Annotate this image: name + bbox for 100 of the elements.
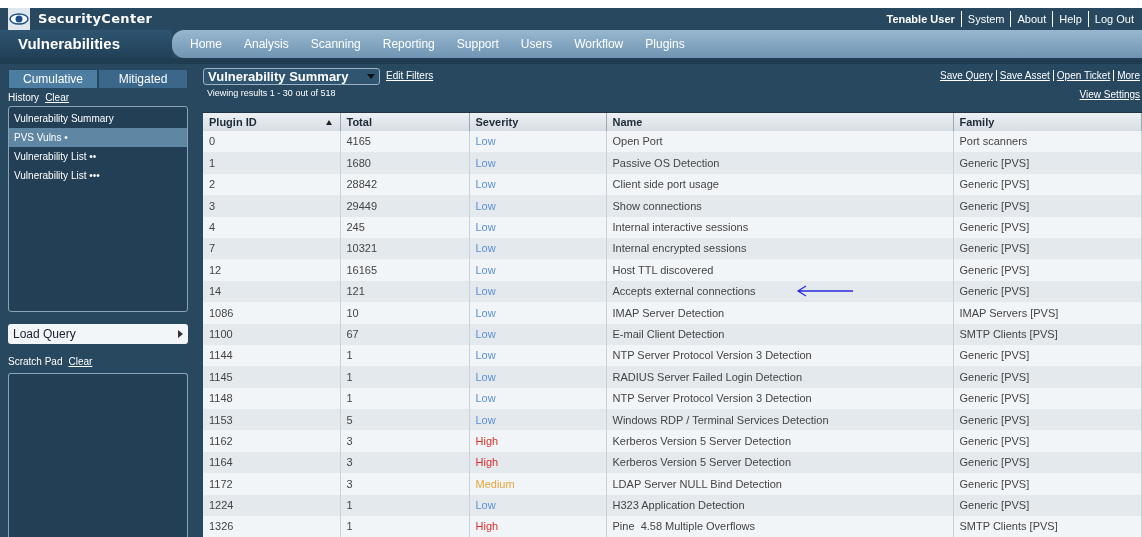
total-cell-text: 10: [346, 305, 359, 321]
total-cell-text: 67: [346, 326, 359, 342]
family-cell-text: Port scanners: [959, 134, 1028, 150]
tab[interactable]: Cumulative: [8, 69, 98, 89]
action-link[interactable]: Save Query: [940, 68, 993, 83]
history-item[interactable]: Vulnerability List ••: [9, 147, 187, 166]
name-cell-text: Windows RDP / Terminal Services Detection: [612, 412, 829, 428]
family-cell-text: Generic [PVS]: [959, 284, 1030, 300]
history-item[interactable]: Vulnerability Summary: [9, 109, 187, 128]
column-header[interactable]: Family: [959, 113, 995, 131]
load-query-button[interactable]: Load Query: [8, 324, 188, 344]
total-cell-text: 3: [346, 476, 353, 492]
total-cell-text: 1: [346, 498, 353, 514]
total-cell-text: 1680: [346, 155, 371, 171]
family-cell-text: SMTP Clients [PVS]: [959, 519, 1058, 535]
header-link[interactable]: About: [1011, 10, 1053, 28]
caret-icon: [367, 74, 375, 79]
history-item[interactable]: PVS Vulns •: [9, 128, 187, 147]
sort-ascending-icon: [325, 119, 332, 125]
family-cell-text: Generic [PVS]: [959, 391, 1030, 407]
name-cell-text: Open Port: [612, 134, 663, 150]
scratch-pad[interactable]: [8, 373, 188, 537]
column-header[interactable]: Severity: [475, 113, 519, 131]
tab[interactable]: Mitigated: [98, 69, 188, 89]
name-cell-text: RADIUS Server Failed Login Detection: [612, 369, 803, 385]
scratch-pad-label: Scratch Pad: [8, 355, 63, 369]
severity-label: Low: [475, 498, 496, 514]
plugin-id-cell-text: 1153: [209, 412, 233, 428]
total-cell-text: 10321: [346, 241, 378, 257]
name-cell-text: Kerberos Version 5 Server Detection: [612, 433, 792, 449]
name-cell-text: H323 Application Detection: [612, 498, 745, 514]
view-settings-link[interactable]: View Settings: [1079, 87, 1140, 102]
total-cell-text: 29449: [346, 198, 378, 214]
header-link[interactable]: System: [961, 10, 1011, 28]
total-cell-text: 1: [346, 391, 353, 407]
severity-label: Low: [475, 220, 496, 235]
plugin-id-cell-text: 1162: [209, 433, 233, 449]
header-link[interactable]: Log Out: [1088, 10, 1140, 28]
plugin-id-cell-text: 1145: [209, 369, 233, 385]
total-cell-text: 1: [346, 348, 353, 364]
action-link[interactable]: Open Ticket: [1056, 68, 1111, 83]
name-cell-text: Internal interactive sessions: [612, 220, 749, 235]
history-label: History: [8, 91, 40, 105]
plugin-id-cell-text: 1326: [209, 519, 234, 535]
name-cell-text: Accepts external connections: [612, 284, 756, 300]
plugin-id-cell-text: 2: [209, 177, 216, 193]
plugin-id-cell-text: 1100: [209, 326, 233, 342]
name-cell-text: Pine 4.58 Multiple Overflows: [612, 519, 755, 535]
severity-label: High: [475, 433, 499, 449]
total-cell-text: 121: [346, 284, 365, 300]
family-cell-text: Generic [PVS]: [959, 155, 1030, 171]
total-cell-text: 16165: [346, 262, 378, 278]
plugin-id-cell-text: 1172: [209, 476, 233, 492]
severity-label: High: [475, 455, 499, 471]
family-cell-text: Generic [PVS]: [959, 348, 1030, 364]
caret-icon: [178, 330, 183, 338]
plugin-id-cell-text: 7: [209, 241, 216, 257]
name-cell-text: NTP Server Protocol Version 3 Detection: [612, 391, 812, 407]
name-cell-text: Show connections: [612, 198, 702, 214]
view-dropdown[interactable]: Vulnerability Summary: [203, 68, 380, 85]
section-title: Vulnerabilities: [18, 33, 120, 54]
total-cell-text: 3: [346, 455, 353, 471]
plugin-id-cell-text: 1: [209, 155, 216, 171]
plugin-id-cell-text: 14: [209, 284, 222, 300]
family-cell-text: Generic [PVS]: [959, 433, 1030, 449]
severity-label: Low: [475, 241, 496, 257]
user-name: Tenable User: [885, 11, 956, 27]
family-cell-text: IMAP Servers [PVS]: [959, 305, 1059, 321]
edit-filters-link[interactable]: Edit Filters: [386, 68, 434, 83]
clear-link[interactable]: Clear: [68, 354, 93, 369]
header-link[interactable]: Help: [1053, 10, 1088, 28]
plugin-id-cell-text: 1144: [209, 348, 233, 364]
action-link[interactable]: Save Asset: [999, 68, 1050, 83]
total-cell-text: 5: [346, 412, 353, 428]
column-header[interactable]: Total: [346, 113, 372, 131]
clear-link[interactable]: Clear: [45, 90, 70, 105]
name-cell-text: E-mail Client Detection: [612, 326, 725, 342]
plugin-id-cell-text: 1148: [209, 391, 233, 407]
family-cell-text: Generic [PVS]: [959, 177, 1030, 193]
column-header[interactable]: Plugin ID: [209, 113, 257, 131]
total-cell-text: 1: [346, 519, 353, 535]
arrow-drawing: [795, 285, 854, 298]
name-cell-text: IMAP Server Detection: [612, 305, 725, 321]
severity-label: Low: [475, 198, 496, 214]
severity-label: Low: [475, 412, 496, 428]
name-cell-text: Host TTL discovered: [612, 262, 714, 278]
results-count: Viewing results 1 - 30 out of 518: [207, 87, 337, 100]
name-cell-text: Client side port usage: [612, 177, 719, 193]
column-header[interactable]: Name: [612, 113, 643, 131]
name-cell-text: NTP Server Protocol Version 3 Detection: [612, 348, 812, 364]
app-title: SecurityCenter: [38, 10, 153, 29]
severity-label: Low: [475, 305, 496, 321]
severity-label: Low: [475, 155, 496, 171]
action-link[interactable]: More: [1117, 68, 1140, 83]
plugin-id-cell-text: 0: [209, 134, 216, 150]
family-cell-text: Generic [PVS]: [959, 498, 1030, 514]
family-cell-text: Generic [PVS]: [959, 455, 1030, 471]
severity-label: Low: [475, 369, 496, 385]
history-item[interactable]: Vulnerability List •••: [9, 166, 187, 185]
severity-label: Low: [475, 262, 496, 278]
